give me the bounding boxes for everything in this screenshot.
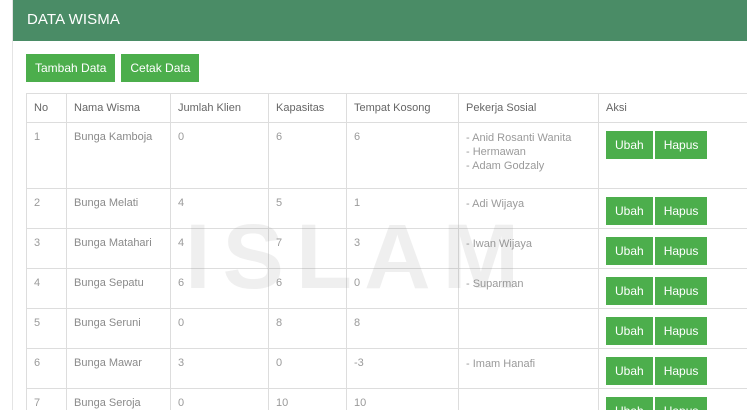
cell-aksi: UbahHapus bbox=[598, 122, 747, 189]
cell-pekerja-sosial bbox=[458, 388, 599, 410]
cell-nama-wisma: Bunga Sepatu bbox=[66, 268, 171, 309]
delete-button[interactable]: Hapus bbox=[654, 197, 708, 225]
column-header-pekerja-sosial: Pekerja Sosial bbox=[458, 93, 599, 123]
column-header-tempat-kosong: Tempat Kosong bbox=[346, 93, 459, 123]
cell-nama-wisma: Bunga Seruni bbox=[66, 308, 171, 349]
cell-no: 2 bbox=[26, 188, 67, 229]
cell-no: 3 bbox=[26, 228, 67, 269]
social-worker-name: - Imam Hanafi bbox=[466, 358, 536, 370]
cell-aksi: UbahHapus bbox=[598, 308, 747, 349]
cell-nama-wisma: Bunga Matahari bbox=[66, 228, 171, 269]
cell-tempat-kosong: 6 bbox=[346, 122, 459, 189]
cell-tempat-kosong: 8 bbox=[346, 308, 459, 349]
cell-aksi: UbahHapus bbox=[598, 188, 747, 229]
cell-kapasitas: 0 bbox=[268, 348, 347, 389]
column-header-aksi: Aksi bbox=[598, 93, 747, 123]
cell-kapasitas: 5 bbox=[268, 188, 347, 229]
social-worker-name: - Suparman bbox=[466, 278, 524, 290]
edit-button[interactable]: Ubah bbox=[606, 237, 653, 265]
cell-nama-wisma: Bunga Mawar bbox=[66, 348, 171, 389]
edit-button[interactable]: Ubah bbox=[606, 397, 653, 410]
cell-jumlah-klien: 0 bbox=[170, 388, 269, 410]
column-header-kapasitas: Kapasitas bbox=[268, 93, 347, 123]
social-worker-name: - Anid Rosanti Wanita bbox=[466, 132, 572, 144]
print-data-button[interactable]: Cetak Data bbox=[121, 54, 200, 82]
page-title: DATA WISMA bbox=[27, 11, 120, 28]
cell-kapasitas: 6 bbox=[268, 268, 347, 309]
social-worker-name: - Adi Wijaya bbox=[466, 198, 525, 210]
wisma-table-container: No Nama Wisma Jumlah Klien Kapasitas Tem… bbox=[26, 93, 747, 410]
table-header-row: No Nama Wisma Jumlah Klien Kapasitas Tem… bbox=[26, 93, 747, 123]
edit-button[interactable]: Ubah bbox=[606, 357, 653, 385]
cell-jumlah-klien: 0 bbox=[170, 308, 269, 349]
cell-aksi: UbahHapus bbox=[598, 268, 747, 309]
cell-jumlah-klien: 6 bbox=[170, 268, 269, 309]
table-row: 4 Bunga Sepatu 6 6 0- Suparman Ubah Hapus bbox=[26, 268, 747, 309]
column-header-jumlah-klien: Jumlah Klien bbox=[170, 93, 269, 123]
cell-tempat-kosong: 1 bbox=[346, 188, 459, 229]
table-row: 3 Bunga Matahari 4 7 3- Iwan Wijaya Ubah Hapus bbox=[26, 228, 747, 269]
column-header-no: No bbox=[26, 93, 67, 123]
add-data-button[interactable]: Tambah Data bbox=[26, 54, 116, 82]
table-row: 1 Bunga Kamboja 0 6 6- Anid Rosanti Wanita - … bbox=[26, 122, 747, 189]
cell-aksi: UbahHapus bbox=[598, 348, 747, 389]
edit-button[interactable]: Ubah bbox=[606, 277, 653, 305]
edit-button[interactable]: Ubah bbox=[606, 317, 653, 345]
table-row: 6 Bunga Mawar 3 0 -3 - Imam Hanafi Ubah Hapus bbox=[26, 348, 747, 389]
cell-no: 6 bbox=[26, 348, 67, 389]
panel-header: DATA WISMA bbox=[13, 0, 747, 41]
cell-pekerja-sosial: - Adi Wijaya bbox=[458, 188, 599, 229]
edit-button[interactable]: Ubah bbox=[606, 197, 653, 225]
social-worker-name: - Hermawan bbox=[466, 146, 526, 158]
cell-kapasitas: 10 bbox=[268, 388, 347, 410]
cell-aksi: UbahHapus bbox=[598, 228, 747, 269]
cell-no: 7 bbox=[26, 388, 67, 410]
cell-jumlah-klien: 0 bbox=[170, 122, 269, 189]
cell-tempat-kosong: 10 bbox=[346, 388, 459, 410]
cell-kapasitas: 6 bbox=[268, 122, 347, 189]
cell-jumlah-klien: 4 bbox=[170, 188, 269, 229]
table-body: 1 Bunga Kamboja 0 6 6- Anid Rosanti Wanita - … bbox=[26, 122, 747, 410]
table-row: 7Bunga Seroja01010UbahHapus bbox=[26, 388, 747, 410]
cell-jumlah-klien: 3 bbox=[170, 348, 269, 389]
cell-kapasitas: 7 bbox=[268, 228, 347, 269]
cell-pekerja-sosial: - Suparman bbox=[458, 268, 599, 309]
social-worker-name: - Iwan Wijaya bbox=[466, 238, 533, 250]
toolbar: Tambah Data Cetak Data bbox=[26, 54, 200, 82]
cell-no: 1 bbox=[26, 122, 67, 189]
delete-button[interactable]: Hapus bbox=[654, 131, 708, 159]
table-row: 5 Bunga Seruni 0 8 8 Ubah Hapus bbox=[26, 308, 747, 349]
delete-button[interactable]: Hapus bbox=[654, 397, 708, 410]
cell-tempat-kosong: 0 bbox=[346, 268, 459, 309]
cell-aksi: UbahHapus bbox=[598, 388, 747, 410]
content-frame: DATA WISMA Tambah Data Cetak Data No Nam… bbox=[12, 0, 747, 410]
cell-nama-wisma: Bunga Melati bbox=[66, 188, 171, 229]
cell-pekerja-sosial: - Iwan Wijaya bbox=[458, 228, 599, 269]
cell-no: 4 bbox=[26, 268, 67, 309]
delete-button[interactable]: Hapus bbox=[654, 277, 708, 305]
cell-jumlah-klien: 4 bbox=[170, 228, 269, 269]
cell-tempat-kosong: 3 bbox=[346, 228, 459, 269]
delete-button[interactable]: Hapus bbox=[654, 317, 708, 345]
social-worker-name: - Adam Godzaly bbox=[466, 160, 545, 172]
cell-kapasitas: 8 bbox=[268, 308, 347, 349]
wisma-table: No Nama Wisma Jumlah Klien Kapasitas Tem… bbox=[26, 93, 747, 410]
table-row: 2 Bunga Melati 4 5 1 - Adi Wijaya Ubah Hapus bbox=[26, 188, 747, 229]
cell-no: 5 bbox=[26, 308, 67, 349]
delete-button[interactable]: Hapus bbox=[654, 357, 708, 385]
column-header-nama-wisma: Nama Wisma bbox=[66, 93, 171, 123]
delete-button[interactable]: Hapus bbox=[654, 237, 708, 265]
cell-pekerja-sosial: - Imam Hanafi bbox=[458, 348, 599, 389]
cell-pekerja-sosial: - Anid Rosanti Wanita - Hermawan - Adam Go… bbox=[458, 122, 599, 189]
cell-tempat-kosong: -3 bbox=[346, 348, 459, 389]
cell-nama-wisma: Bunga Seroja bbox=[66, 388, 171, 410]
edit-button[interactable]: Ubah bbox=[606, 131, 653, 159]
cell-nama-wisma: Bunga Kamboja bbox=[66, 122, 171, 189]
cell-pekerja-sosial bbox=[458, 308, 599, 349]
